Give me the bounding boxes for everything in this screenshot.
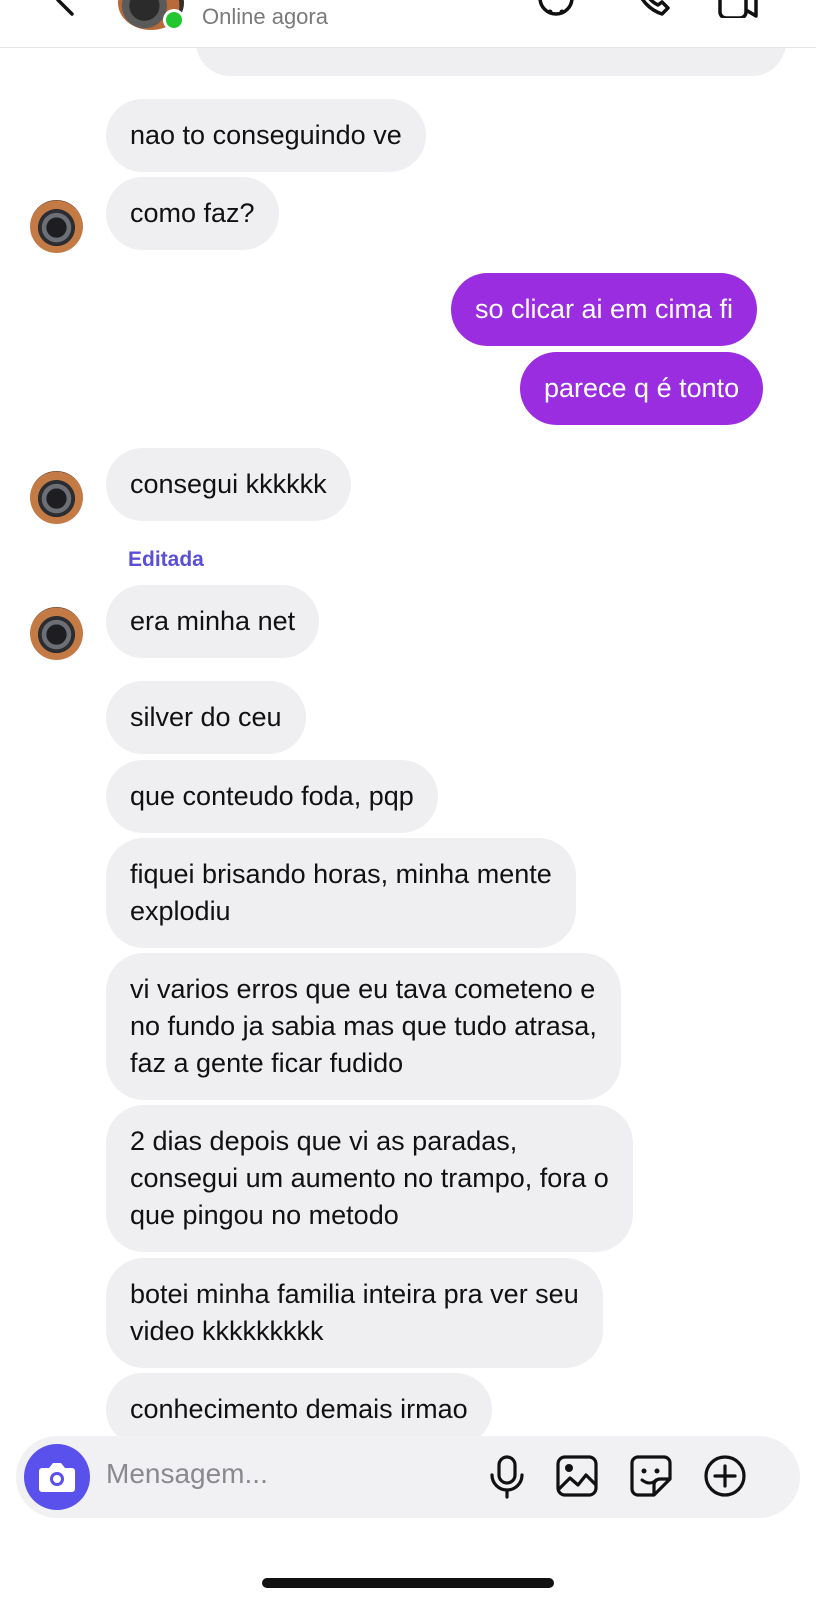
message-incoming[interactable]: fiquei brisando horas, minha mente explo… (106, 838, 576, 948)
back-chevron-icon[interactable] (46, 0, 86, 20)
contact-avatar[interactable] (30, 200, 83, 253)
phone-icon[interactable] (632, 0, 672, 18)
message-incoming[interactable]: botei minha familia inteira pra ver seu … (106, 1258, 603, 1368)
gallery-icon[interactable] (554, 1453, 600, 1499)
message-incoming[interactable]: que conteudo foda, pqp (106, 760, 438, 833)
previous-link-message[interactable] (196, 48, 786, 76)
message-composer: Mensagem... (16, 1436, 800, 1518)
camera-button[interactable] (24, 1444, 90, 1510)
contact-avatar[interactable] (30, 607, 83, 660)
message-incoming[interactable]: consegui kkkkkk (106, 448, 351, 521)
chat-header: Online agora (0, 0, 816, 48)
message-incoming[interactable]: vi varios erros que eu tava cometeno e n… (106, 953, 621, 1100)
contact-avatar[interactable] (30, 471, 83, 524)
home-indicator (262, 1578, 554, 1588)
message-input[interactable]: Mensagem... (106, 1458, 268, 1490)
message-outgoing[interactable]: so clicar ai em cima fi (451, 273, 758, 346)
message-incoming[interactable]: 2 dias depois que vi as paradas, consegu… (106, 1105, 633, 1252)
contact-status: Online agora (202, 4, 328, 29)
video-call-icon[interactable] (718, 0, 758, 18)
message-incoming[interactable]: era minha net (106, 585, 320, 658)
message-incoming[interactable]: conhecimento demais irmao (106, 1373, 492, 1436)
camera-icon (39, 1463, 75, 1492)
message-incoming[interactable]: silver do ceu (106, 681, 306, 754)
sticker-icon[interactable] (628, 1453, 674, 1499)
add-icon[interactable] (702, 1453, 748, 1499)
edited-label: Editada (128, 548, 204, 571)
microphone-icon[interactable] (484, 1453, 530, 1499)
online-indicator (163, 9, 185, 31)
message-incoming[interactable]: como faz? (106, 177, 279, 250)
sticker-face-icon[interactable] (536, 0, 576, 18)
message-incoming[interactable]: nao to conseguindo ve (106, 99, 426, 172)
message-thread[interactable]: nao to conseguindo ve como faz? so clica… (0, 48, 816, 1436)
message-outgoing[interactable]: parece q é tonto (520, 352, 764, 425)
